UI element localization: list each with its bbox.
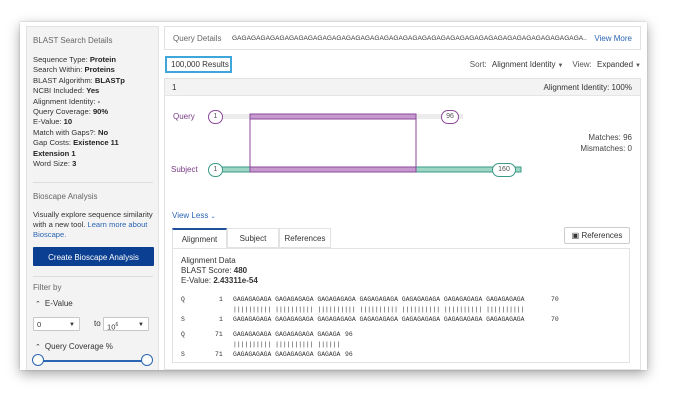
- evalue-facet-toggle[interactable]: ⌃ E-Value: [35, 299, 73, 308]
- search-params: Sequence Type: Protein Search Within: Pr…: [33, 55, 153, 169]
- caret-down-icon: ▼: [69, 322, 75, 328]
- search-details-title: BLAST Search Details: [33, 36, 113, 45]
- bioscape-description: Visually explore sequence similarity wit…: [33, 210, 153, 239]
- subject-start-marker: 1: [208, 163, 223, 177]
- alignment-line-seq: GAGAGAGAGA GAGAGAGAGA GAGAGA: [233, 331, 341, 338]
- alignment-line-tag: S: [181, 316, 185, 323]
- sidebar: BLAST Search Details Sequence Type: Prot…: [26, 26, 159, 370]
- param-algorithm: BLAST Algorithm: BLASTp: [33, 75, 125, 85]
- alignment-line-start: 71: [215, 331, 223, 338]
- param-gaps: Match with Gaps?: No: [33, 127, 109, 137]
- blast-score: BLAST Score: 480: [181, 266, 248, 275]
- alignment-line-end: 96: [345, 351, 353, 358]
- param-search-within: Search Within: Proteins: [33, 65, 115, 75]
- alignment-line-tag: Q: [181, 296, 185, 303]
- alignment-line-start: 1: [219, 296, 223, 303]
- alignment-match-line: |||||||||| |||||||||| ||||||: [233, 341, 341, 348]
- alignment-evalue: E-Value: 2.43311e-54: [181, 276, 258, 285]
- param-word-size: Word Size: 3: [33, 159, 77, 169]
- param-ncbi: NCBI Included: Yes: [33, 86, 100, 96]
- matches-count: Matches: 96: [588, 133, 632, 142]
- range-separator: to: [94, 319, 101, 328]
- sort-select[interactable]: Alignment Identity ▼: [489, 60, 564, 69]
- references-button[interactable]: ▣ References: [564, 227, 630, 244]
- coverage-slider-min-handle[interactable]: [32, 354, 44, 366]
- param-evalue: E-Value: 10: [33, 117, 73, 127]
- coverage-facet-toggle[interactable]: ⌃ Query Coverage %: [35, 342, 113, 351]
- alignment-panel: Alignment Data BLAST Score: 480 E-Value:…: [172, 248, 630, 363]
- param-query-coverage: Query Coverage: 90%: [33, 107, 109, 117]
- subject-aligned-region: [249, 166, 417, 173]
- results-panel: Query Details GAGAGAGAGAGAGAGAGAGAGAGAGA…: [164, 26, 641, 370]
- chevron-down-icon: ⌄: [210, 214, 216, 220]
- alignment-graphic: [216, 113, 522, 173]
- alignment-line-start: 1: [219, 316, 223, 323]
- app-frame: BLAST Search Details Sequence Type: Prot…: [20, 22, 647, 370]
- alignment-line-tag: S: [181, 351, 185, 358]
- results-count: 100,000 Results: [165, 56, 232, 73]
- alignment-match-line: |||||||||| |||||||||| |||||||||| |||||||…: [233, 306, 525, 313]
- result-card: 1 Alignment Identity: 100% Query Subject…: [164, 78, 641, 370]
- coverage-slider-max-handle[interactable]: [141, 354, 153, 366]
- subject-end-marker: 160: [492, 163, 516, 177]
- book-icon: ▣: [571, 231, 580, 240]
- view-more-link[interactable]: View More: [594, 34, 632, 43]
- create-bioscape-button[interactable]: Create Bioscape Analysis: [33, 247, 154, 266]
- bioscape-title: Bioscape Analysis: [33, 192, 98, 201]
- sort-view-controls: Sort: Alignment Identity ▼ View: Expanded…: [469, 60, 641, 69]
- evalue-to-select[interactable]: 106 ▼: [103, 317, 149, 332]
- query-details-bar: Query Details GAGAGAGAGAGAGAGAGAGAGAGAGA…: [164, 26, 641, 50]
- chevron-up-icon: ⌃: [35, 301, 41, 308]
- caret-down-icon: ▼: [635, 63, 641, 69]
- alignment-line-end: 96: [345, 331, 353, 338]
- alignment-line-seq: GAGAGAGAGA GAGAGAGAGA GAGAGA: [233, 351, 341, 358]
- tab-references[interactable]: References: [279, 228, 331, 248]
- alignment-line-end: 70: [551, 296, 559, 303]
- divider: [33, 182, 153, 183]
- tab-subject[interactable]: Subject: [227, 228, 279, 248]
- tab-alignment[interactable]: Alignment: [172, 228, 227, 248]
- alignment-line-seq: GAGAGAGAGA GAGAGAGAGA GAGAGAGAGA GAGAGAG…: [233, 316, 525, 323]
- caret-down-icon: ▼: [557, 63, 564, 69]
- alignment-line-start: 71: [215, 351, 223, 358]
- evalue-from-select[interactable]: 0 ▼: [33, 317, 80, 331]
- coverage-slider-track[interactable]: [40, 360, 150, 362]
- filter-title: Filter by: [33, 283, 62, 292]
- view-less-toggle[interactable]: View Less ⌄: [172, 211, 216, 220]
- query-start-marker: 1: [208, 110, 223, 124]
- query-details-label: Query Details: [173, 34, 222, 43]
- param-sequence-type: Sequence Type: Protein: [33, 55, 117, 64]
- chevron-up-icon: ⌃: [35, 344, 41, 351]
- alignment-line-tag: Q: [181, 331, 185, 338]
- query-end-marker: 96: [441, 110, 459, 124]
- caret-down-icon: ▼: [138, 322, 144, 328]
- param-alignment-identity: Alignment Identity: -: [33, 96, 101, 106]
- alignment-line-end: 70: [551, 316, 559, 323]
- query-sequence: GAGAGAGAGAGAGAGAGAGAGAGAGAGAGAGAGAGAGAGA…: [232, 35, 587, 42]
- view-select[interactable]: Expanded ▼: [594, 60, 641, 69]
- match-stats: Matches: 96 Mismatches: 0: [580, 133, 632, 154]
- param-gap-costs: Gap Costs: Existence 11 Extension 1: [33, 138, 119, 158]
- alignment-data-title: Alignment Data: [181, 256, 236, 265]
- divider: [33, 276, 153, 277]
- mismatches-count: Mismatches: 0: [580, 143, 632, 153]
- alignment-line-seq: GAGAGAGAGA GAGAGAGAGA GAGAGAGAGA GAGAGAG…: [233, 296, 525, 303]
- query-track-aligned: [249, 113, 417, 120]
